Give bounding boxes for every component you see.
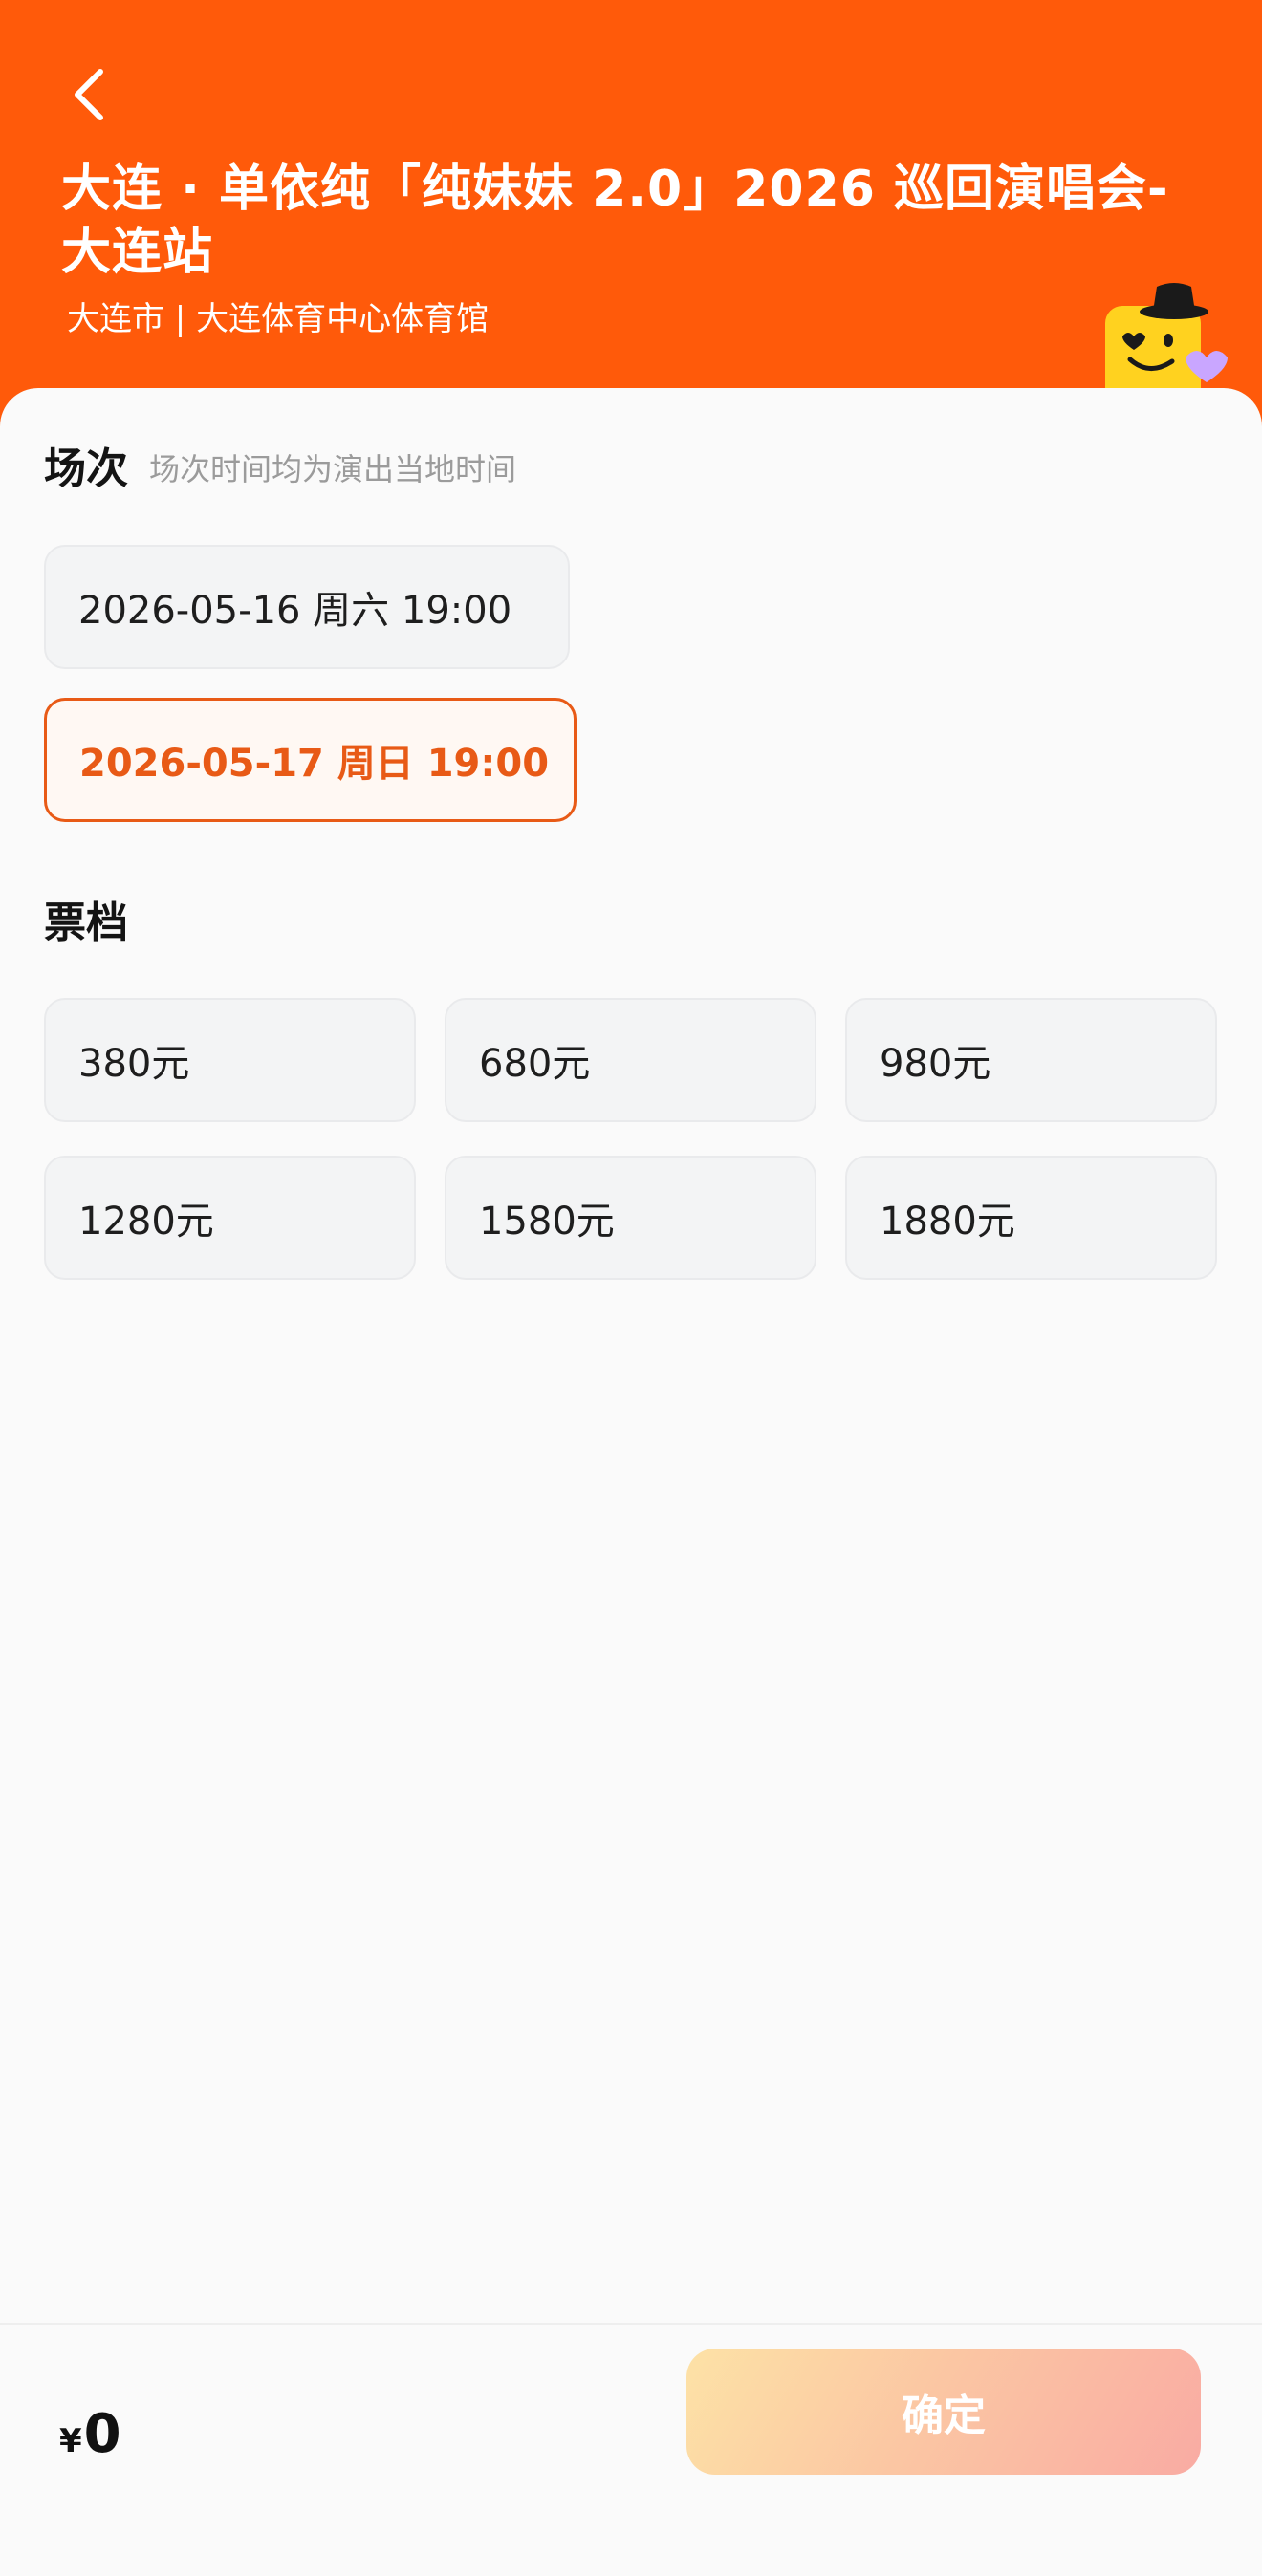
event-venue: 大连市 | 大连体育中心体育馆	[67, 300, 490, 338]
ticket-option-1280[interactable]: 1280元	[44, 1156, 416, 1280]
currency-symbol: ¥	[59, 2422, 82, 2460]
event-title: 大连 · 单依纯「纯妹妹 2.0」2026 巡回演唱会-大连站	[61, 161, 1169, 281]
event-header: 大连 · 单依纯「纯妹妹 2.0」2026 巡回演唱会-大连站 大连市 | 大连…	[0, 0, 1262, 449]
ticket-option-1580[interactable]: 1580元	[445, 1156, 816, 1280]
selection-panel: 场次 场次时间均为演出当地时间 2026-05-16 周六 19:00 2026…	[0, 388, 1262, 2300]
confirm-button[interactable]: 确定	[686, 2349, 1201, 2475]
ticket-option-380[interactable]: 380元	[44, 998, 416, 1122]
ticket-section-title: 票档	[44, 898, 128, 947]
page: 大连 · 单依纯「纯妹妹 2.0」2026 巡回演唱会-大连站 大连市 | 大连…	[0, 0, 1262, 2576]
ticket-option-680[interactable]: 680元	[445, 998, 816, 1122]
total-amount: 0	[83, 2403, 121, 2465]
total-price: ¥ 0	[59, 2403, 121, 2465]
back-button[interactable]	[55, 61, 122, 128]
ticket-option-980[interactable]: 980元	[845, 998, 1217, 1122]
session-section-title: 场次	[44, 444, 128, 493]
session-section-subtitle: 场次时间均为演出当地时间	[149, 451, 517, 487]
session-option-1[interactable]: 2026-05-16 周六 19:00	[44, 545, 570, 669]
session-option-2[interactable]: 2026-05-17 周日 19:00	[44, 698, 577, 822]
chevron-left-icon	[75, 69, 103, 120]
checkout-bar: ¥ 0 确定	[0, 2323, 1262, 2576]
ticket-option-1880[interactable]: 1880元	[845, 1156, 1217, 1280]
